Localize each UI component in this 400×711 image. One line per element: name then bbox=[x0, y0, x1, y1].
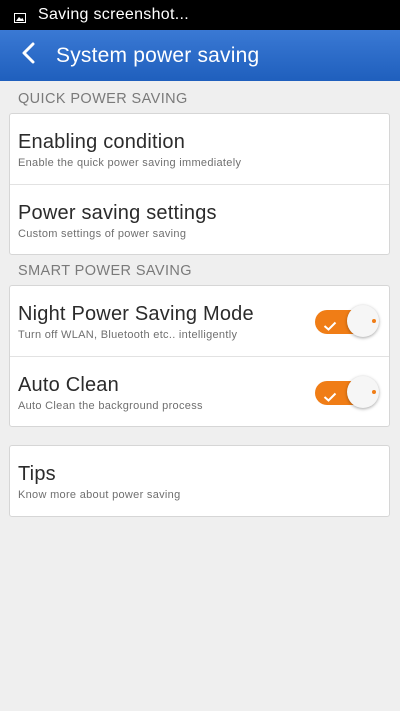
list-item-title: Night Power Saving Mode bbox=[18, 303, 254, 325]
status-bar: Saving screenshot... bbox=[0, 0, 400, 30]
night-mode-toggle[interactable] bbox=[315, 305, 379, 337]
smart-power-saving-card: Night Power Saving Mode Turn off WLAN, B… bbox=[9, 285, 390, 427]
list-item-title: Enabling condition bbox=[18, 131, 186, 153]
toggle-knob bbox=[347, 376, 379, 408]
list-item-title: Tips bbox=[18, 463, 56, 485]
list-item-title: Auto Clean bbox=[18, 374, 119, 396]
status-text: Saving screenshot... bbox=[38, 6, 189, 23]
check-icon bbox=[323, 318, 337, 336]
section-header-quick: QUICK POWER SAVING bbox=[18, 91, 188, 107]
quick-power-saving-card: Enabling condition Enable the quick powe… bbox=[9, 113, 390, 255]
page-title: System power saving bbox=[56, 43, 260, 67]
list-item-subtitle: Enable the quick power saving immediatel… bbox=[18, 157, 242, 169]
section-header-smart: SMART POWER SAVING bbox=[18, 263, 192, 279]
list-item-auto-clean[interactable]: Auto Clean Auto Clean the background pro… bbox=[10, 356, 389, 426]
toggle-dot bbox=[372, 319, 376, 323]
image-icon bbox=[14, 10, 26, 23]
list-item-night-power-saving[interactable]: Night Power Saving Mode Turn off WLAN, B… bbox=[10, 286, 389, 356]
list-item-power-saving-settings[interactable]: Power saving settings Custom settings of… bbox=[10, 184, 389, 254]
back-button[interactable] bbox=[8, 30, 48, 81]
auto-clean-toggle[interactable] bbox=[315, 376, 379, 408]
list-item-subtitle: Turn off WLAN, Bluetooth etc.. intellige… bbox=[18, 329, 238, 341]
app-bar: System power saving bbox=[0, 30, 400, 81]
list-item-enabling-condition[interactable]: Enabling condition Enable the quick powe… bbox=[10, 114, 389, 184]
list-item-title: Power saving settings bbox=[18, 202, 217, 224]
chevron-left-icon bbox=[21, 42, 35, 69]
tips-card: Tips Know more about power saving bbox=[9, 445, 390, 517]
list-item-subtitle: Auto Clean the background process bbox=[18, 400, 203, 412]
list-item-subtitle: Custom settings of power saving bbox=[18, 228, 187, 240]
list-item-tips[interactable]: Tips Know more about power saving bbox=[10, 446, 389, 516]
toggle-dot bbox=[372, 390, 376, 394]
list-item-subtitle: Know more about power saving bbox=[18, 489, 181, 501]
toggle-knob bbox=[347, 305, 379, 337]
check-icon bbox=[323, 389, 337, 407]
